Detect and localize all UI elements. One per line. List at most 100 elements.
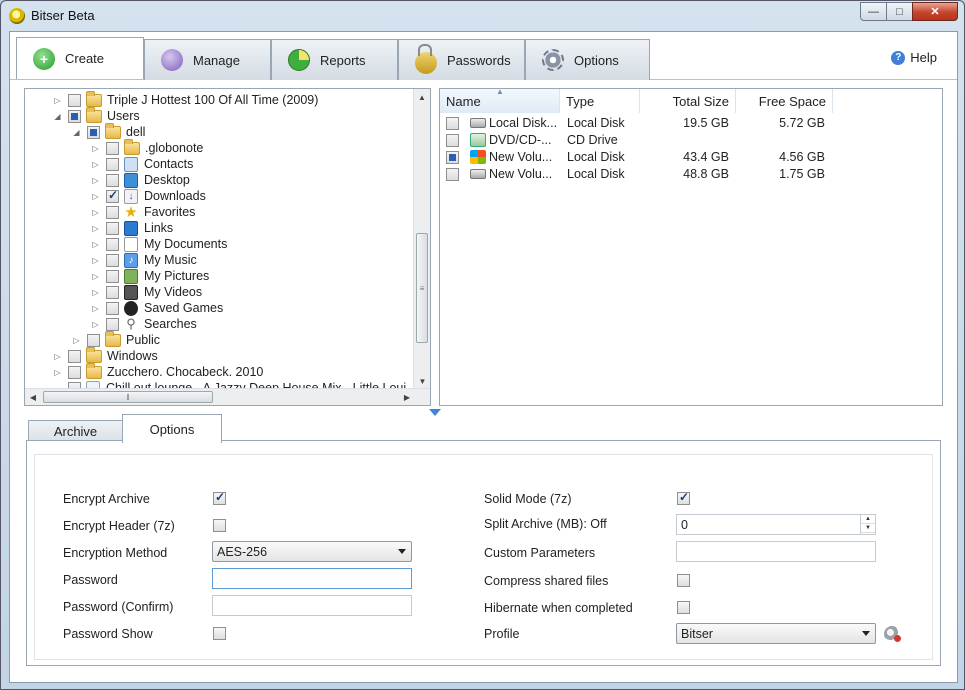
tree-item[interactable]: ▷ My Videos bbox=[91, 284, 202, 300]
tab-create[interactable]: + Create bbox=[16, 37, 144, 79]
column-header-free-space[interactable]: Free Space bbox=[736, 89, 833, 113]
compress-shared-checkbox[interactable] bbox=[677, 574, 690, 587]
maximize-button[interactable]: □ bbox=[886, 2, 913, 21]
folder-tree[interactable]: ▷ Triple J Hottest 100 Of All Time (2009… bbox=[24, 88, 431, 406]
splitter-toggle-icon[interactable] bbox=[429, 409, 441, 416]
password-confirm-field[interactable] bbox=[212, 595, 412, 616]
tree-item[interactable]: ▷ Windows bbox=[53, 346, 158, 364]
column-header-type[interactable]: Type bbox=[560, 89, 640, 113]
spin-buttons[interactable]: ▲ ▼ bbox=[860, 515, 875, 534]
drive-checkbox[interactable] bbox=[446, 150, 459, 164]
collapse-icon[interactable]: ◢ bbox=[72, 128, 81, 137]
expand-icon[interactable]: ▷ bbox=[91, 256, 100, 265]
tab-archive-options[interactable]: Options bbox=[122, 414, 222, 443]
scroll-down-icon[interactable]: ▼ bbox=[414, 373, 430, 389]
tree-checkbox[interactable] bbox=[106, 221, 119, 235]
scroll-up-icon[interactable]: ▲ bbox=[414, 89, 430, 105]
expand-icon[interactable]: ▷ bbox=[53, 96, 62, 105]
table-row[interactable]: DVD/CD-... bbox=[446, 132, 552, 148]
profile-settings-icon[interactable] bbox=[884, 626, 901, 642]
table-row[interactable]: New Volu... bbox=[446, 149, 552, 165]
spin-up-icon[interactable]: ▲ bbox=[861, 515, 875, 524]
tree-checkbox[interactable] bbox=[68, 365, 81, 379]
tree-checkbox[interactable] bbox=[106, 269, 119, 283]
table-row[interactable]: Local Disk... bbox=[446, 115, 557, 131]
tree-item[interactable]: ▷ ♪ My Music bbox=[91, 252, 197, 268]
tree-checkbox[interactable] bbox=[106, 141, 119, 155]
tab-passwords[interactable]: Passwords bbox=[398, 39, 525, 80]
custom-parameters-field[interactable] bbox=[676, 541, 876, 562]
tree-item[interactable]: ▷ ↓ Downloads bbox=[91, 188, 206, 204]
drive-checkbox[interactable] bbox=[446, 167, 459, 181]
expand-icon[interactable]: ▷ bbox=[91, 176, 100, 185]
tab-archive[interactable]: Archive bbox=[28, 420, 123, 442]
expand-icon[interactable]: ▷ bbox=[53, 368, 62, 377]
password-show-checkbox[interactable] bbox=[213, 627, 226, 640]
minimize-button[interactable]: — bbox=[860, 2, 887, 21]
tree-item[interactable]: ▷ Zucchero. Chocabeck. 2010 bbox=[53, 362, 263, 380]
hibernate-checkbox[interactable] bbox=[677, 601, 690, 614]
tree-checkbox[interactable] bbox=[68, 349, 81, 363]
tab-reports[interactable]: Reports bbox=[271, 39, 398, 80]
spin-down-icon[interactable]: ▼ bbox=[861, 524, 875, 533]
expand-icon[interactable]: ▷ bbox=[91, 320, 100, 329]
table-row[interactable]: New Volu... bbox=[446, 166, 552, 182]
help-button[interactable]: ? Help bbox=[891, 50, 937, 65]
tree-checkbox[interactable] bbox=[68, 109, 81, 123]
tree-item[interactable]: ▷ Contacts bbox=[91, 156, 193, 172]
tree-checkbox[interactable] bbox=[106, 173, 119, 187]
tree-checkbox[interactable] bbox=[106, 188, 119, 203]
scroll-right-icon[interactable]: ▶ bbox=[399, 389, 415, 405]
tree-item[interactable]: ▷ My Pictures bbox=[91, 268, 209, 284]
scroll-left-icon[interactable]: ◀ bbox=[25, 389, 41, 405]
tree-item[interactable]: ▷ ⚲ Searches bbox=[91, 316, 196, 332]
tree-horizontal-scrollbar[interactable]: ◀ ‖ ▶ bbox=[25, 388, 430, 405]
tab-manage[interactable]: Manage bbox=[144, 39, 271, 80]
expand-icon[interactable]: ▷ bbox=[91, 240, 100, 249]
encrypt-header-checkbox[interactable] bbox=[213, 519, 226, 532]
password-field[interactable] bbox=[212, 568, 412, 589]
solid-mode-checkbox[interactable] bbox=[677, 490, 690, 505]
tree-checkbox[interactable] bbox=[68, 93, 81, 107]
tree-item[interactable]: ▷ Triple J Hottest 100 Of All Time (2009… bbox=[53, 90, 318, 108]
tree-item[interactable]: ▷ Public bbox=[72, 330, 160, 348]
scroll-thumb[interactable]: ≡ bbox=[416, 233, 428, 343]
expand-icon[interactable]: ▷ bbox=[53, 352, 62, 361]
encryption-method-select[interactable]: AES-256 bbox=[212, 541, 412, 562]
expand-icon[interactable]: ▷ bbox=[91, 304, 100, 313]
tree-checkbox[interactable] bbox=[106, 317, 119, 331]
encrypt-archive-checkbox[interactable] bbox=[213, 490, 226, 505]
tree-checkbox[interactable] bbox=[106, 157, 119, 171]
expand-icon[interactable]: ▷ bbox=[91, 288, 100, 297]
tree-item[interactable]: ▷ My Documents bbox=[91, 236, 227, 252]
expand-icon[interactable]: ▷ bbox=[91, 160, 100, 169]
expand-icon[interactable]: ▷ bbox=[91, 224, 100, 233]
tree-item[interactable]: ▷ Saved Games bbox=[91, 300, 223, 316]
collapse-icon[interactable]: ◢ bbox=[53, 112, 62, 121]
tree-item[interactable]: ▷ Links bbox=[91, 220, 173, 236]
drive-list[interactable]: ▲ Name Type Total Size Free Space Local … bbox=[439, 87, 943, 406]
split-archive-stepper[interactable]: 0 ▲ ▼ bbox=[676, 514, 876, 535]
expand-icon[interactable]: ▷ bbox=[91, 144, 100, 153]
expand-icon[interactable]: ▷ bbox=[91, 272, 100, 281]
column-header-total-size[interactable]: Total Size bbox=[640, 89, 736, 113]
tree-item[interactable]: ◢ Users bbox=[53, 106, 140, 124]
tree-checkbox[interactable] bbox=[106, 205, 119, 219]
drive-checkbox[interactable] bbox=[446, 116, 459, 130]
tree-item[interactable]: ▷ .globonote bbox=[91, 138, 203, 156]
expand-icon[interactable]: ▷ bbox=[91, 208, 100, 217]
tree-checkbox[interactable] bbox=[106, 301, 119, 315]
column-header-name[interactable]: ▲ Name bbox=[440, 87, 560, 113]
tree-item[interactable]: ▷ ★ Favorites bbox=[91, 204, 195, 221]
tree-checkbox[interactable] bbox=[87, 333, 100, 347]
tab-options[interactable]: Options bbox=[525, 39, 650, 80]
tree-checkbox[interactable] bbox=[106, 285, 119, 299]
tree-checkbox[interactable] bbox=[106, 253, 119, 267]
close-button[interactable]: ✕ bbox=[912, 2, 958, 21]
expand-icon[interactable]: ▷ bbox=[91, 192, 100, 201]
profile-select[interactable]: Bitser bbox=[676, 623, 876, 644]
tree-vertical-scrollbar[interactable]: ▲ ≡ ▼ bbox=[413, 89, 430, 389]
scroll-thumb[interactable]: ‖ bbox=[43, 391, 213, 403]
tree-item[interactable]: ▷ Desktop bbox=[91, 172, 190, 188]
drive-checkbox[interactable] bbox=[446, 133, 459, 147]
